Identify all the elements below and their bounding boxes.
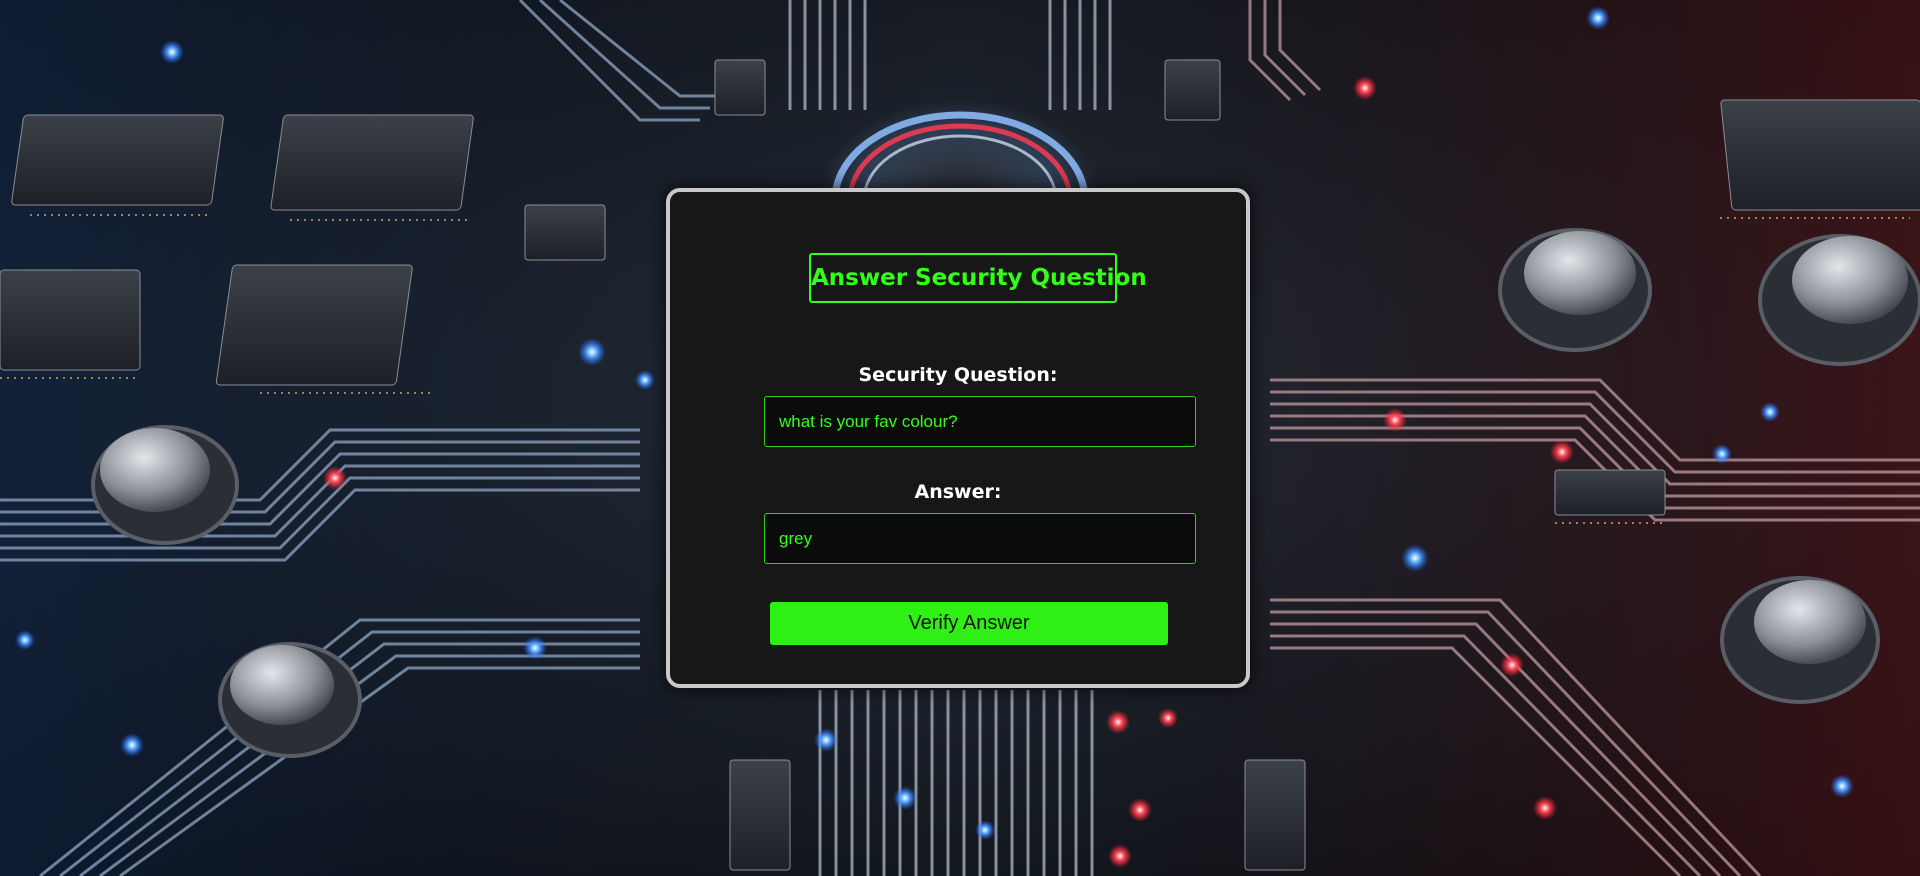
- security-question-card: Answer Security Question Security Questi…: [666, 188, 1250, 688]
- answer-label: Answer:: [914, 481, 1002, 503]
- security-question-field[interactable]: [764, 396, 1196, 447]
- verify-answer-button[interactable]: Verify Answer: [770, 602, 1168, 645]
- security-question-label: Security Question:: [858, 364, 1058, 386]
- page-title: Answer Security Question: [809, 253, 1147, 303]
- answer-field[interactable]: [764, 513, 1196, 564]
